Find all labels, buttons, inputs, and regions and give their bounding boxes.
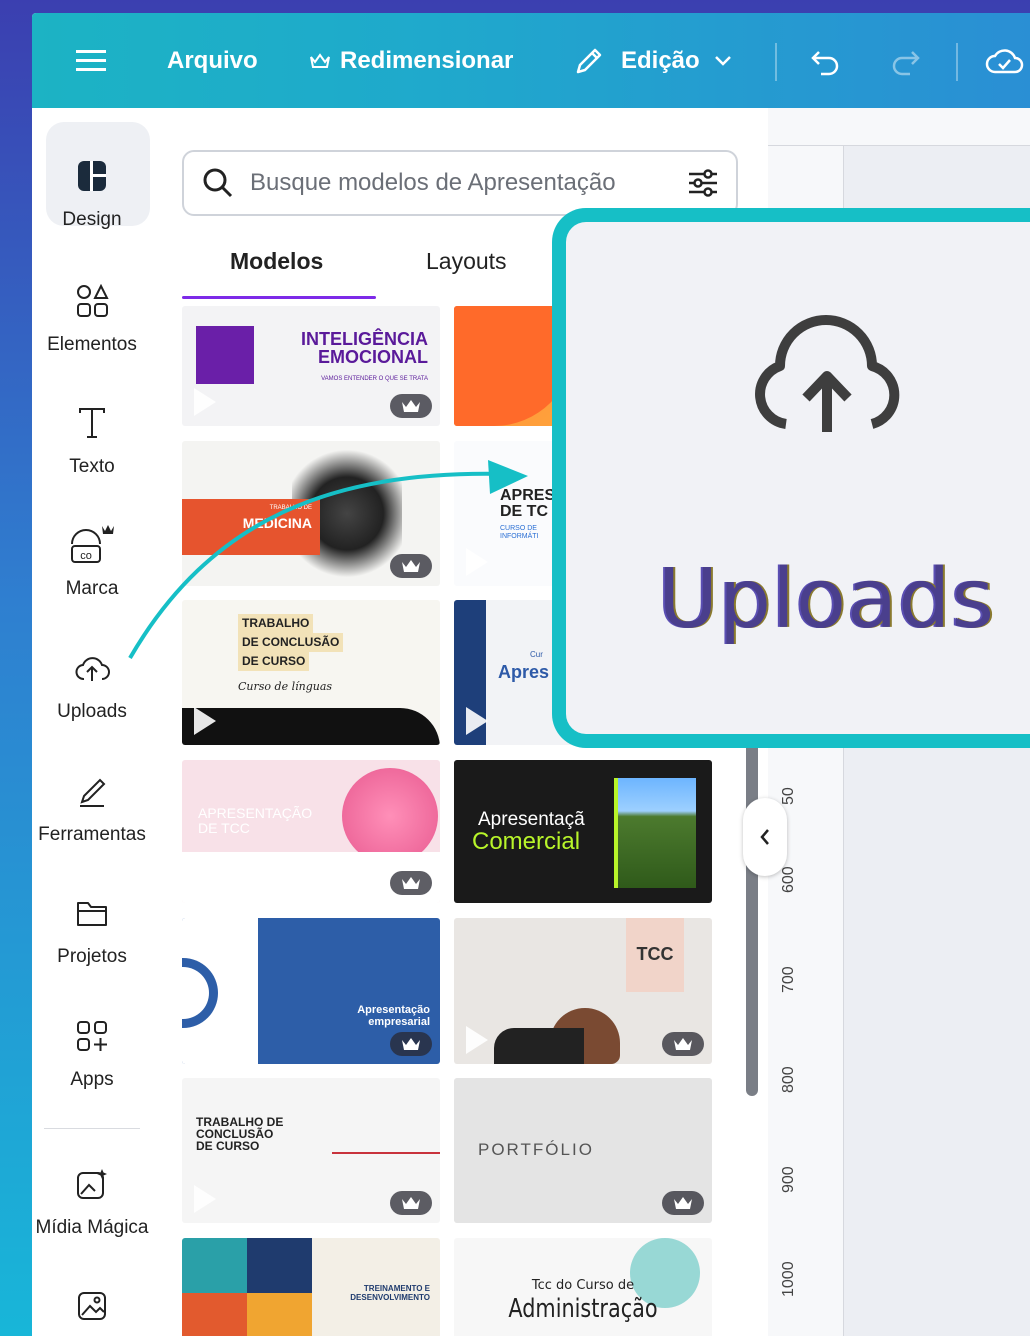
cloud-upload-icon [755, 315, 900, 432]
uploads-zoom-callout: Uploads [552, 208, 1030, 748]
uploads-zoom-label: Uploads [658, 552, 996, 647]
